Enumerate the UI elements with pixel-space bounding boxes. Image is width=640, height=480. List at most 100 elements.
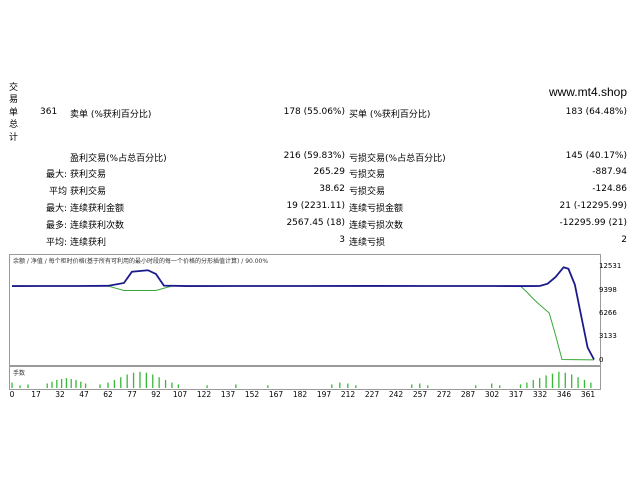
volume-bar — [519, 384, 522, 388]
volume-bar — [532, 379, 534, 388]
x-tick-label: 242 — [388, 390, 404, 399]
x-tick-label: 361 — [580, 390, 596, 399]
volume-bar — [80, 381, 82, 388]
volume-bar — [84, 383, 87, 388]
stat-label: 连续获利金额 — [70, 204, 125, 214]
side-label-char: 计 — [9, 132, 19, 143]
buy-value: 183 (64.48%) — [565, 107, 627, 117]
volume-bar — [177, 384, 179, 388]
stat-value-loss: 21 (-12295.99) — [559, 201, 627, 211]
volume-bar — [171, 382, 173, 388]
x-tick-label: 317 — [508, 390, 524, 399]
x-tick-label: 332 — [532, 390, 548, 399]
volume-bar — [145, 372, 148, 388]
volume-chart: 手数 — [9, 366, 601, 390]
stat-value: 3 — [339, 235, 345, 245]
volume-bar — [126, 374, 128, 388]
volume-bar — [331, 384, 333, 388]
stat-prefix: 最大: — [45, 204, 67, 214]
volume-bar — [590, 382, 592, 388]
stat-label: 获利交易 — [70, 170, 107, 180]
stat-label: 获利交易 — [70, 187, 107, 197]
stat-label-loss: 亏损交易 — [349, 187, 386, 197]
volume-bar — [499, 385, 501, 388]
stat-prefix: 最大: — [45, 170, 67, 180]
volume-bar — [427, 385, 429, 388]
volume-bar — [65, 378, 68, 388]
volume-plot — [11, 371, 592, 388]
volume-bar — [551, 373, 554, 388]
volume-bar — [113, 379, 116, 388]
volume-bar — [139, 371, 141, 388]
volume-bar — [27, 384, 29, 388]
volume-bar — [411, 384, 413, 388]
volume-bar — [56, 379, 58, 388]
sell-value: 178 (55.06%) — [283, 107, 345, 117]
x-tick-label: 0 — [9, 390, 15, 399]
x-tick-label: 107 — [172, 390, 188, 399]
stat-label: 连续获利 — [70, 238, 107, 248]
volume-bar — [75, 379, 77, 388]
volume-bar — [107, 382, 109, 388]
x-tick-label: 257 — [412, 390, 428, 399]
buy-label: 买单 (%获利百分比) — [349, 110, 431, 120]
volume-bar — [158, 377, 160, 388]
stat-value-loss: -12295.99 (21) — [559, 218, 627, 228]
volume-bar — [164, 379, 167, 388]
sell-label: 卖单 (%获利百分比) — [70, 110, 152, 120]
x-axis: 0 17 32 47 62 77 92 107 122 137 152 167 182 197 212 227… — [0, 390, 640, 402]
equity-chart: 余额 / 净值 / 每个柜时价格(基于所有可利用的最小时段的每一个价格的分形插值… — [9, 254, 621, 366]
stat-value: 265.29 — [313, 167, 346, 177]
x-tick-label: 77 — [127, 390, 137, 399]
y-tick-label: 12531 — [599, 262, 622, 270]
y-tick-label: 3133 — [599, 332, 617, 341]
stat-value: 38.62 — [319, 184, 345, 194]
total-trades: 361 — [40, 107, 58, 117]
side-label-char: 易 — [9, 95, 19, 106]
side-label: 交易单总计 — [9, 82, 19, 144]
volume-bar — [491, 383, 493, 388]
x-tick-label: 92 — [151, 390, 161, 399]
stat-label-loss: 连续亏损金额 — [349, 204, 404, 214]
volume-bar — [99, 384, 101, 388]
volume-bar — [583, 379, 586, 388]
x-tick-label: 212 — [340, 390, 356, 399]
volume-bar — [206, 385, 208, 388]
site-watermark: www.mt4.shop — [548, 85, 627, 99]
stat-label-loss: 连续亏损 — [349, 238, 386, 248]
volume-bar — [60, 379, 63, 388]
x-tick-label: 32 — [55, 390, 65, 399]
volume-bar — [347, 383, 349, 388]
volume-bar — [571, 374, 573, 388]
volume-bar — [355, 385, 357, 388]
stat-value: 2567.45 (18) — [286, 218, 345, 228]
stat-value: 19 (2231.11) — [286, 201, 345, 211]
stat-prefix: 平均: — [45, 238, 67, 248]
x-tick-label: 272 — [436, 390, 452, 399]
volume-bar — [539, 378, 541, 388]
x-tick-label: 346 — [556, 390, 572, 399]
volume-bar — [419, 383, 421, 388]
stat-label-loss: 亏损交易(%占总百分比) — [349, 154, 446, 164]
stat-value: 216 (59.83%) — [283, 151, 345, 161]
side-label-char: 交 — [9, 83, 19, 93]
volume-bar — [564, 372, 566, 388]
x-tick-label: 197 — [316, 390, 332, 399]
x-tick-label: 122 — [196, 390, 212, 399]
x-tick-label: 287 — [460, 390, 476, 399]
volume-bar — [526, 382, 528, 388]
volume-bar — [475, 385, 477, 388]
equity-plot — [11, 266, 595, 361]
stat-label-loss: 连续亏损次数 — [349, 221, 404, 231]
stat-label-loss: 亏损交易 — [349, 170, 386, 180]
stat-label: 连续获利次数 — [70, 221, 125, 231]
side-label-char: 单 — [9, 107, 19, 118]
stat-prefix: 平均 — [48, 187, 67, 197]
stat-value-loss: 2 — [621, 235, 627, 245]
x-tick-label: 182 — [292, 390, 308, 399]
stat-value-loss: -887.94 — [592, 167, 627, 177]
x-tick-label: 302 — [484, 390, 500, 399]
x-tick-label: 62 — [103, 390, 113, 399]
y-tick-label: 6266 — [599, 308, 617, 317]
stat-label: 盈利交易(%占总百分比) — [70, 154, 167, 164]
